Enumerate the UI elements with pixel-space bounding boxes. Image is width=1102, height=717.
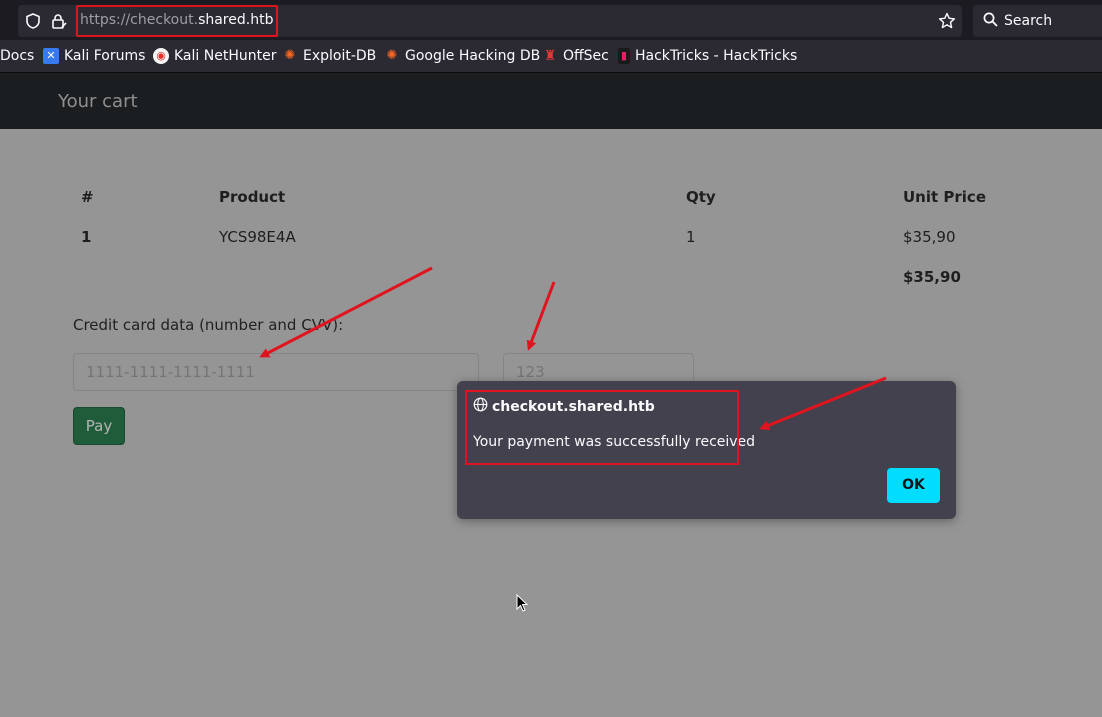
- ghdb-icon: ✺: [386, 48, 398, 63]
- bookmarks-bar: Docs ✕ Kali Forums ◉ Kali NetHunter ✺ Explo…: [0, 40, 1102, 73]
- card-data-label: Credit card data (number and CVV):: [73, 316, 344, 334]
- bookmark-label: Google Hacking DB: [405, 48, 541, 64]
- bookmark-label: Docs: [0, 48, 35, 64]
- table-header-number: #: [81, 188, 94, 206]
- star-icon[interactable]: [938, 12, 956, 34]
- table-cell-qty: 1: [686, 228, 696, 246]
- bookmark-kali-nethunter[interactable]: ◉ Kali NetHunter: [153, 48, 276, 64]
- table-cell-number: 1: [81, 228, 92, 246]
- browser-toolbar: https://checkout.shared.htb Search: [0, 0, 1102, 40]
- exploit-db-icon: ✺: [284, 48, 296, 63]
- navbar-brand[interactable]: Your cart: [58, 91, 138, 112]
- bookmark-label: OffSec: [563, 48, 609, 64]
- arrow-cvv: [526, 281, 556, 351]
- bookmark-exploit-db[interactable]: ✺ Exploit-DB: [282, 48, 377, 64]
- bookmark-label: Exploit-DB: [303, 48, 377, 64]
- kali-forums-icon: ✕: [43, 48, 59, 64]
- table-cell-unit-price: $35,90: [903, 228, 956, 246]
- hacktricks-icon: ▮: [618, 48, 630, 64]
- arrow-card-number: [259, 266, 433, 358]
- bookmark-hacktricks[interactable]: ▮ HackTricks - HackTricks: [618, 48, 797, 64]
- search-placeholder: Search: [1004, 13, 1053, 29]
- card-number-input[interactable]: [73, 353, 479, 391]
- bookmark-kali-forums[interactable]: ✕ Kali Forums: [43, 48, 145, 64]
- alert-dialog: checkout.shared.htb Your payment was suc…: [457, 381, 956, 519]
- dialog-annotation-box: [465, 390, 739, 465]
- bookmark-ghdb[interactable]: ✺ Google Hacking DB: [384, 48, 541, 64]
- url-field[interactable]: https://checkout.shared.htb: [18, 5, 962, 37]
- pay-button[interactable]: Pay: [73, 407, 125, 445]
- bookmark-offsec[interactable]: ♜ OffSec: [542, 48, 609, 64]
- cursor-icon: [516, 594, 529, 612]
- lock-icon[interactable]: [51, 13, 67, 33]
- offsec-icon: ♜: [543, 48, 557, 64]
- bookmark-docs[interactable]: Docs: [0, 48, 34, 64]
- search-icon: [983, 12, 998, 31]
- table-total: $35,90: [903, 268, 961, 286]
- kali-nethunter-icon: ◉: [153, 48, 169, 64]
- table-header-qty: Qty: [686, 188, 716, 206]
- search-field[interactable]: Search: [973, 5, 1102, 37]
- bookmark-label: Kali NetHunter: [174, 48, 277, 64]
- bookmark-label: HackTricks - HackTricks: [635, 48, 798, 64]
- url-annotation-box: [76, 5, 278, 37]
- table-cell-product: YCS98E4A: [219, 228, 296, 246]
- ok-button[interactable]: OK: [887, 468, 940, 503]
- bookmark-label: Kali Forums: [64, 48, 146, 64]
- shield-icon[interactable]: [26, 13, 40, 33]
- site-navbar: Your cart: [0, 73, 1102, 129]
- table-header-unit-price: Unit Price: [903, 188, 986, 206]
- table-header-product: Product: [219, 188, 286, 206]
